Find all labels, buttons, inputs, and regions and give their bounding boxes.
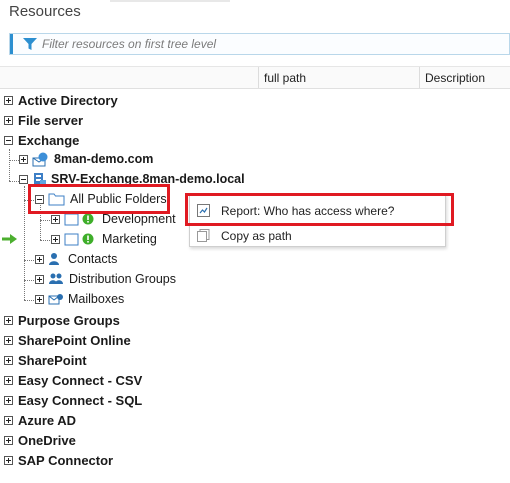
tree-node-distribution-groups[interactable]: Distribution Groups — [35, 270, 176, 288]
tree-node-label: Marketing — [102, 232, 157, 246]
warning-icon — [82, 213, 94, 225]
tree-connector — [9, 149, 10, 181]
copy-icon — [197, 229, 210, 242]
tree-node-label: Development — [102, 212, 176, 226]
tree-node-8man-demo-com[interactable]: 8man-demo.com — [19, 150, 153, 168]
expand-icon[interactable] — [4, 375, 13, 385]
tree-node-label: File server — [18, 112, 84, 128]
tree-node-label: Distribution Groups — [69, 272, 176, 286]
arrow-right-icon — [2, 234, 17, 244]
warning-icon — [82, 233, 94, 245]
expand-icon[interactable] — [4, 95, 13, 105]
expand-icon[interactable] — [35, 254, 44, 264]
folder-icon — [64, 233, 79, 246]
column-separator[interactable] — [419, 67, 420, 88]
expand-icon[interactable] — [35, 274, 44, 284]
filter-bar[interactable] — [9, 33, 510, 55]
tree-node-label: Exchange — [18, 132, 80, 148]
tree-node-sap-connector[interactable]: SAP Connector — [4, 451, 113, 469]
expand-icon[interactable] — [4, 455, 13, 465]
tree-node-label: 8man-demo.com — [54, 152, 154, 166]
tree-node-easy-connect-sql[interactable]: Easy Connect - SQL — [4, 391, 142, 409]
tree-node-exchange[interactable]: Exchange — [4, 131, 79, 149]
tree-node-label: Easy Connect - CSV — [18, 372, 143, 388]
tree-node-label: SAP Connector — [18, 452, 114, 468]
column-description[interactable]: Description — [425, 71, 485, 85]
contacts-icon — [49, 253, 59, 265]
tree-node-easy-connect-csv[interactable]: Easy Connect - CSV — [4, 371, 142, 389]
menu-item-copy-path[interactable]: Copy as path — [191, 224, 444, 248]
tree-node-label: Easy Connect - SQL — [18, 392, 143, 408]
mailboxes-icon — [48, 294, 63, 305]
tree-node-azure-ad[interactable]: Azure AD — [4, 411, 76, 429]
tree-node-label: Active Directory — [18, 92, 118, 108]
title-tab-indicator — [110, 0, 230, 2]
expand-icon[interactable] — [4, 435, 13, 445]
tree-node-label: SharePoint — [18, 352, 87, 368]
filter-accent-bar — [10, 34, 13, 54]
tree-node-marketing[interactable]: Marketing — [51, 230, 157, 248]
expand-icon[interactable] — [4, 395, 13, 405]
expand-icon[interactable] — [4, 335, 13, 345]
expand-icon[interactable] — [4, 355, 13, 365]
tree-node-label: Purpose Groups — [18, 312, 120, 328]
tree-node-label: Azure AD — [18, 412, 77, 428]
tree-node-onedrive[interactable]: OneDrive — [4, 431, 76, 449]
tree-node-mailboxes[interactable]: Mailboxes — [35, 290, 124, 308]
highlight-box — [28, 184, 170, 214]
column-header: full path Description — [0, 66, 510, 89]
folder-icon — [64, 213, 79, 226]
collapse-icon[interactable] — [4, 135, 13, 145]
tree-connector — [9, 160, 19, 161]
menu-item-label: Copy as path — [221, 229, 292, 243]
tree-node-sharepoint[interactable]: SharePoint — [4, 351, 87, 369]
exchange-domain-icon — [32, 152, 48, 166]
expand-icon[interactable] — [4, 415, 13, 425]
expand-icon[interactable] — [51, 234, 60, 244]
distribution-groups-icon — [49, 273, 63, 284]
tree-node-active-directory[interactable]: Active Directory — [4, 91, 118, 109]
tree-node-label: Contacts — [68, 252, 118, 266]
tree-node-contacts[interactable]: Contacts — [35, 250, 117, 268]
expand-icon[interactable] — [19, 154, 28, 164]
tree-connector — [24, 186, 25, 300]
expand-icon[interactable] — [4, 115, 13, 125]
column-separator[interactable] — [258, 67, 259, 88]
tree-node-purpose-groups[interactable]: Purpose Groups — [4, 311, 120, 329]
filter-input[interactable] — [42, 35, 502, 53]
column-full-path[interactable]: full path — [264, 71, 306, 85]
panel-title: Resources — [9, 3, 81, 20]
tree-node-file-server[interactable]: File server — [4, 111, 83, 129]
collapse-icon[interactable] — [19, 174, 28, 184]
tree-node-label: OneDrive — [18, 432, 76, 448]
tree-node-label: SharePoint Online — [18, 332, 131, 348]
filter-icon — [23, 38, 37, 50]
expand-icon[interactable] — [35, 294, 44, 304]
tree-node-sharepoint-online[interactable]: SharePoint Online — [4, 331, 131, 349]
highlight-box — [185, 193, 454, 226]
expand-icon[interactable] — [4, 315, 13, 325]
expand-icon[interactable] — [51, 214, 60, 224]
tree-node-label: Mailboxes — [68, 292, 125, 306]
tree-connector — [9, 181, 19, 182]
